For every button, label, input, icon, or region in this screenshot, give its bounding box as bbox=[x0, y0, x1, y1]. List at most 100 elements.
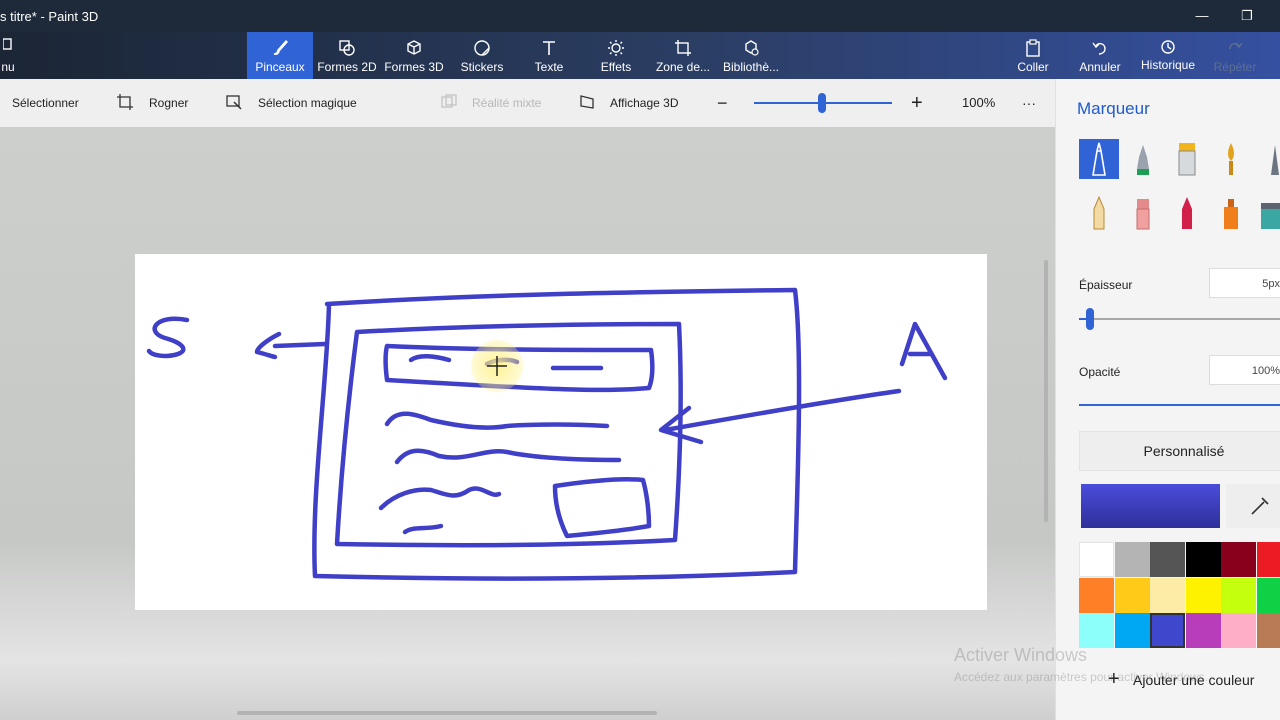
zoom-out-icon[interactable]: − bbox=[717, 79, 728, 127]
brush-panel: Marqueur Épaisseur 5px Opacité 100% Pers… bbox=[1055, 79, 1280, 720]
crayon-button[interactable] bbox=[1167, 193, 1207, 233]
shapes-2d-icon bbox=[316, 38, 378, 58]
brush-icon bbox=[247, 38, 313, 58]
tab-label: Zone de... bbox=[655, 60, 711, 74]
zoom-value[interactable]: 100% bbox=[962, 79, 995, 127]
color-swatch[interactable] bbox=[1185, 577, 1221, 613]
eyedropper-icon bbox=[1251, 497, 1269, 515]
color-swatch[interactable] bbox=[1256, 542, 1280, 577]
redo-label: Répéter bbox=[1213, 60, 1257, 74]
opacity-input[interactable]: 100% bbox=[1209, 355, 1280, 385]
more-options-button[interactable]: ··· bbox=[1022, 79, 1036, 127]
workspace bbox=[0, 127, 1055, 720]
title-bar: s titre* - Paint 3D — ❐ bbox=[0, 0, 1280, 32]
pixel-pen-button[interactable] bbox=[1255, 139, 1280, 179]
window-title: s titre* - Paint 3D bbox=[0, 9, 99, 24]
color-swatch[interactable] bbox=[1079, 613, 1114, 648]
oil-brush-icon bbox=[1178, 143, 1196, 176]
color-swatch[interactable] bbox=[1150, 613, 1185, 648]
tab-stickers[interactable]: Stickers bbox=[455, 32, 509, 79]
color-swatch[interactable] bbox=[1114, 577, 1150, 613]
minimize-button[interactable]: — bbox=[1192, 6, 1212, 26]
pencil-button[interactable] bbox=[1079, 193, 1119, 233]
tab-zone-de-travail[interactable]: Zone de... bbox=[653, 32, 713, 79]
marker-brush-button[interactable] bbox=[1079, 139, 1119, 179]
opacity-slider[interactable] bbox=[1079, 404, 1280, 406]
color-mode-dropdown[interactable]: Personnalisé ⌄ bbox=[1079, 431, 1280, 471]
color-swatch[interactable] bbox=[1221, 577, 1256, 613]
color-swatch[interactable] bbox=[1150, 577, 1185, 613]
sticker-icon bbox=[455, 38, 509, 58]
spray-can-icon bbox=[1224, 199, 1238, 229]
tab-texte[interactable]: Texte bbox=[525, 32, 573, 79]
mixed-reality-button[interactable]: Réalité mixte bbox=[472, 79, 541, 127]
ribbon: nu Pinceaux Formes 2D Formes 3D Stickers… bbox=[0, 32, 1280, 79]
calligraphy-pen-button[interactable] bbox=[1123, 139, 1163, 179]
tab-label: Stickers bbox=[460, 60, 504, 74]
restore-button[interactable]: ❐ bbox=[1237, 6, 1257, 26]
thickness-slider-track[interactable] bbox=[1079, 318, 1280, 320]
view-3d-icon bbox=[579, 94, 595, 110]
activation-watermark: Activer Windows Accédez aux paramètres p… bbox=[954, 645, 1208, 684]
color-swatch[interactable] bbox=[1114, 542, 1150, 577]
undo-button[interactable]: Annuler bbox=[1077, 32, 1123, 79]
tab-bibliotheque[interactable]: Bibliothè... bbox=[720, 32, 782, 79]
fill-button[interactable] bbox=[1255, 193, 1280, 233]
calligraphy-pen-icon bbox=[1137, 145, 1149, 175]
fill-bucket-icon bbox=[1261, 203, 1280, 229]
zoom-in-icon[interactable]: + bbox=[911, 79, 923, 127]
history-icon bbox=[1139, 38, 1197, 58]
color-swatch[interactable] bbox=[1256, 613, 1280, 648]
pencil-icon bbox=[1093, 195, 1105, 230]
color-swatch[interactable] bbox=[1221, 542, 1256, 577]
horizontal-scrollbar[interactable] bbox=[237, 711, 657, 715]
thickness-input[interactable]: 5px bbox=[1209, 268, 1280, 298]
current-color-preview[interactable] bbox=[1081, 484, 1220, 528]
eraser-button[interactable] bbox=[1123, 193, 1163, 233]
tab-formes-2d[interactable]: Formes 2D bbox=[316, 32, 378, 79]
color-swatch[interactable] bbox=[1079, 542, 1114, 577]
cube-icon bbox=[383, 38, 445, 58]
watercolor-brush-button[interactable] bbox=[1211, 139, 1251, 179]
thickness-slider-thumb[interactable] bbox=[1086, 308, 1094, 330]
oil-brush-button[interactable] bbox=[1167, 139, 1207, 179]
crop-icon bbox=[653, 38, 713, 58]
color-swatch[interactable] bbox=[1185, 542, 1221, 577]
tab-label: Texte bbox=[534, 60, 564, 74]
tab-label: Formes 2D bbox=[317, 60, 377, 74]
color-swatch[interactable] bbox=[1114, 613, 1150, 648]
color-swatch[interactable] bbox=[1256, 577, 1280, 613]
crop-button[interactable]: Rogner bbox=[149, 79, 188, 127]
eyedropper-button[interactable] bbox=[1226, 484, 1280, 528]
menu-button[interactable]: nu bbox=[0, 32, 16, 79]
spray-can-button[interactable] bbox=[1211, 193, 1251, 233]
crayon-icon bbox=[1182, 197, 1192, 229]
tab-effets[interactable]: Effets bbox=[594, 32, 638, 79]
history-label: Historique bbox=[1140, 58, 1196, 72]
menu-icon bbox=[0, 38, 16, 58]
color-swatch[interactable] bbox=[1185, 613, 1221, 648]
paste-button[interactable]: Coller bbox=[1012, 32, 1054, 79]
undo-label: Annuler bbox=[1079, 60, 1121, 74]
select-button[interactable]: Sélectionner bbox=[12, 79, 79, 127]
tab-pinceaux[interactable]: Pinceaux bbox=[247, 32, 313, 79]
vertical-scrollbar[interactable] bbox=[1044, 260, 1048, 522]
tab-formes-3d[interactable]: Formes 3D bbox=[383, 32, 445, 79]
paste-label: Coller bbox=[1017, 60, 1049, 74]
redo-button[interactable]: Répéter bbox=[1212, 32, 1258, 79]
zoom-slider-thumb[interactable] bbox=[818, 93, 826, 113]
magic-select-icon bbox=[226, 94, 242, 110]
redo-icon bbox=[1212, 38, 1258, 58]
color-swatch[interactable] bbox=[1150, 542, 1185, 577]
undo-icon bbox=[1077, 38, 1123, 58]
library-icon bbox=[720, 38, 782, 58]
color-swatch[interactable] bbox=[1221, 613, 1256, 648]
drawing-canvas[interactable] bbox=[135, 254, 987, 610]
crosshair-cursor-icon bbox=[485, 354, 509, 378]
watermark-title: Activer Windows bbox=[954, 645, 1088, 665]
view-3d-button[interactable]: Affichage 3D bbox=[610, 79, 679, 127]
magic-select-button[interactable]: Sélection magique bbox=[258, 79, 357, 127]
color-swatch[interactable] bbox=[1079, 577, 1114, 613]
history-button[interactable]: Historique bbox=[1139, 32, 1197, 79]
marker-icon bbox=[1092, 142, 1106, 176]
